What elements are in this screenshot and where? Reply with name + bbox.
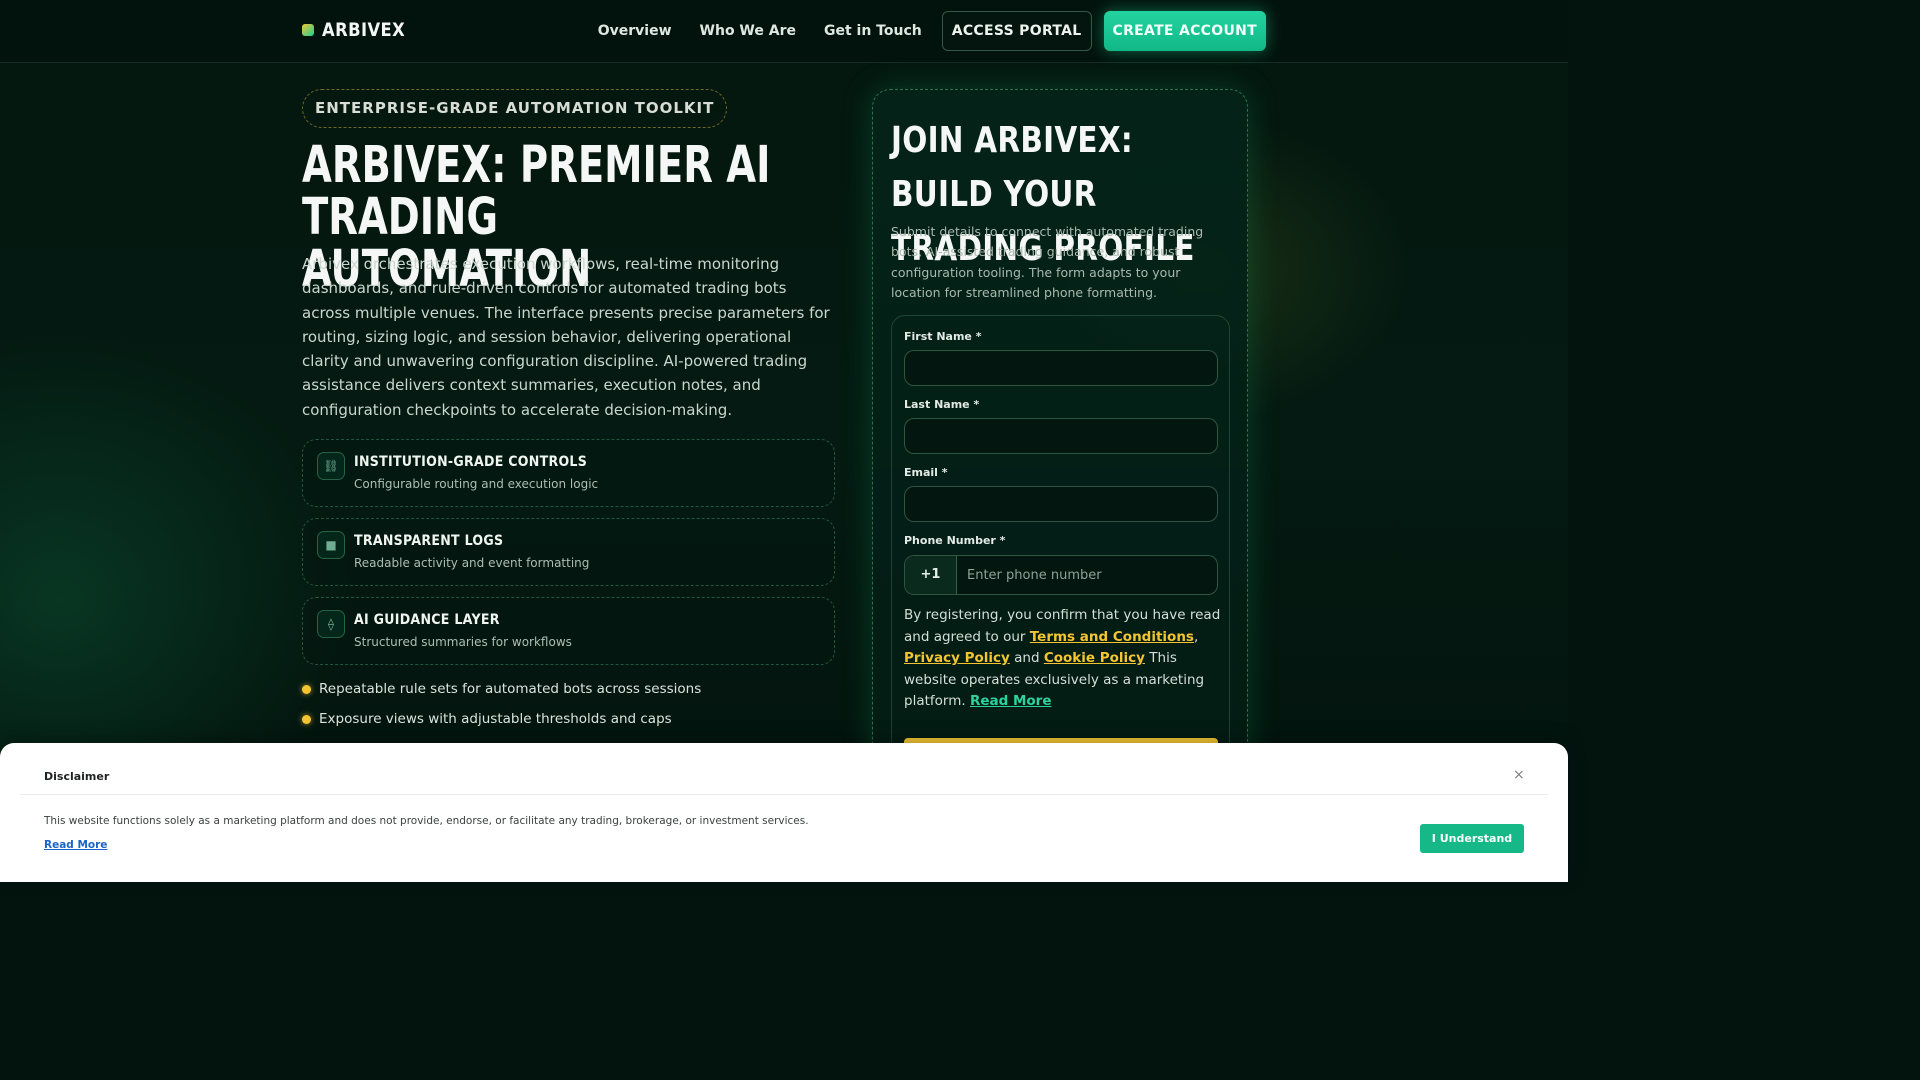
link-icon: ⛓ — [317, 452, 345, 480]
email-label: Email * — [904, 466, 948, 479]
feature-subtitle: Readable activity and event formatting — [354, 556, 590, 570]
feature-title: TRANSPARENT LOGS — [354, 533, 504, 549]
bullet-text: Exposure views with adjustable threshold… — [319, 711, 672, 727]
first-name-label: First Name * — [904, 330, 982, 343]
terms-link[interactable]: Terms and Conditions — [1030, 629, 1194, 645]
brand-name: ARBIVEX — [322, 19, 406, 41]
feature-card: ■ TRANSPARENT LOGS Readable activity and… — [302, 518, 835, 586]
main-nav: Overview Who We Are Get in Touch ACCESS … — [598, 11, 1266, 51]
square-icon: ■ — [317, 531, 345, 559]
phone-label: Phone Number * — [904, 534, 1006, 547]
feature-title: INSTITUTION-GRADE CONTROLS — [354, 454, 588, 470]
hero-badge: ENTERPRISE-GRADE AUTOMATION TOOLKIT — [302, 89, 728, 128]
nav-overview[interactable]: Overview — [598, 11, 672, 51]
feature-subtitle: Structured summaries for workflows — [354, 635, 572, 649]
create-account-button[interactable]: CREATE ACCOUNT — [1103, 11, 1266, 51]
bullet-text: Repeatable rule sets for automated bots … — [319, 681, 702, 697]
signup-form: First Name * Last Name * Email * Phone N… — [891, 315, 1230, 785]
cookie-link[interactable]: Cookie Policy — [1044, 650, 1145, 666]
feature-card: ⟠ AI GUIDANCE LAYER Structured summaries… — [302, 597, 835, 665]
nav-get-in-touch[interactable]: Get in Touch — [824, 11, 922, 51]
bullet-dot-icon — [302, 714, 311, 724]
list-item: Exposure views with adjustable threshold… — [302, 711, 672, 727]
feature-subtitle: Configurable routing and execution logic — [354, 477, 599, 491]
nav-who-we-are[interactable]: Who We Are — [700, 11, 796, 51]
email-field[interactable] — [904, 486, 1218, 522]
last-name-field[interactable] — [904, 418, 1218, 454]
list-item: Repeatable rule sets for automated bots … — [302, 681, 701, 697]
country-code-select[interactable]: +1 — [905, 556, 957, 594]
disclaimer-read-more-link[interactable]: Read More — [44, 839, 107, 851]
disclaimer-banner: Disclaimer × This website functions sole… — [0, 743, 1568, 882]
signup-card: JOIN ARBIVEX: BUILD YOUR TRADING PROFILE… — [872, 89, 1248, 789]
brand-logo[interactable]: ARBIVEX — [302, 19, 419, 41]
logo-mark-icon — [302, 24, 314, 36]
consent-text: By registering, you confirm that you hav… — [904, 605, 1222, 713]
divider — [20, 794, 1548, 795]
feature-card: ⛓ INSTITUTION-GRADE CONTROLS Configurabl… — [302, 439, 835, 507]
feature-title: AI GUIDANCE LAYER — [354, 612, 500, 628]
consent-comma: , — [1193, 628, 1199, 645]
phone-field-group: +1 — [904, 555, 1218, 595]
phone-input[interactable] — [957, 556, 1217, 594]
form-description: Submit details to connect with automated… — [891, 224, 1204, 300]
diamond-icon: ⟠ — [317, 610, 345, 638]
disclaimer-text: This website functions solely as a marke… — [44, 815, 809, 827]
bullet-dot-icon — [302, 684, 311, 694]
hero-description: Arbivex orchestrates execution workflows… — [302, 255, 830, 419]
privacy-link[interactable]: Privacy Policy — [904, 650, 1010, 666]
last-name-label: Last Name * — [904, 398, 980, 411]
access-portal-button[interactable]: ACCESS PORTAL — [941, 11, 1092, 51]
close-icon[interactable]: × — [1513, 767, 1525, 783]
read-more-link[interactable]: Read More — [970, 693, 1052, 709]
first-name-field[interactable] — [904, 350, 1218, 386]
understand-button[interactable]: I Understand — [1420, 824, 1524, 853]
disclaimer-title: Disclaimer — [44, 770, 110, 783]
consent-and: and — [1009, 650, 1044, 666]
site-header: ARBIVEX Overview Who We Are Get in Touch… — [0, 0, 1568, 63]
